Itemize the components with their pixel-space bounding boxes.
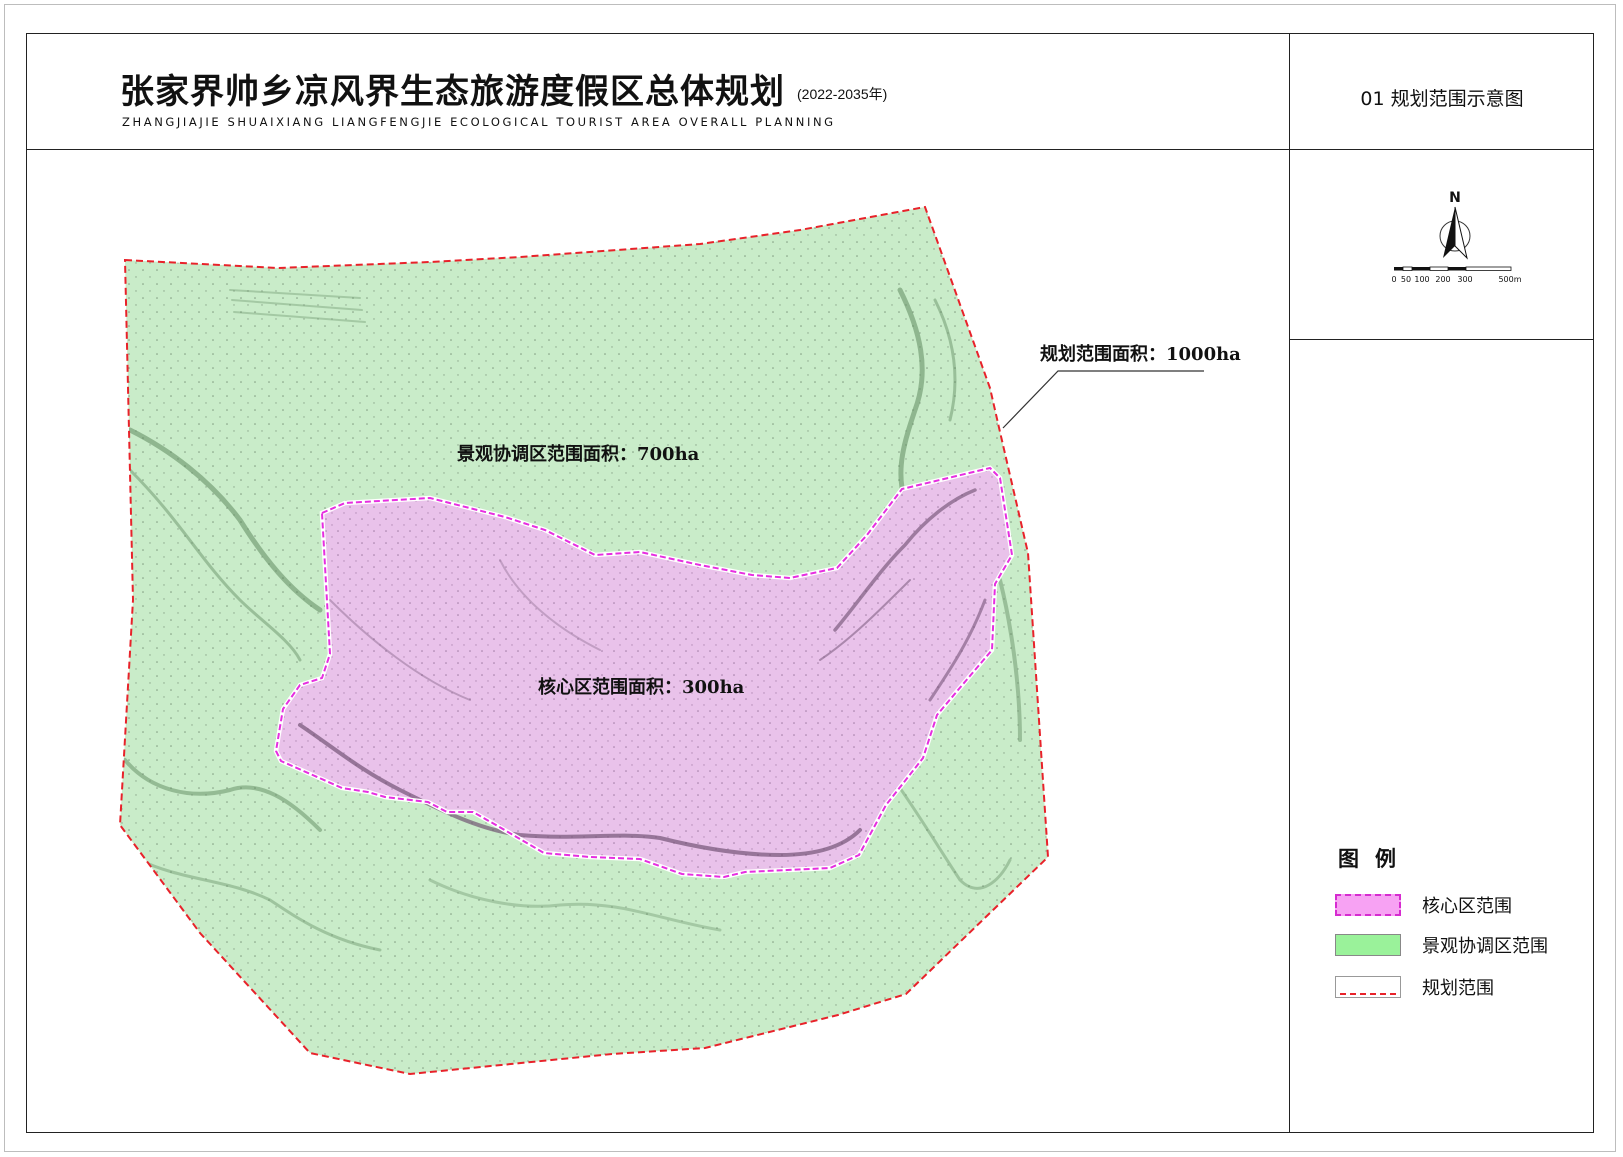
legend-label: 景观协调区范围: [1422, 936, 1548, 957]
planning-boundary-swatch: [1335, 976, 1401, 998]
legend-label: 规划范围: [1422, 978, 1494, 999]
north-arrow: N: [1439, 190, 1471, 260]
legend-label: 核心区范围: [1422, 896, 1512, 917]
planning-area-label: 规划范围面积：1000ha: [1040, 343, 1241, 365]
coordination-zone-swatch: [1335, 934, 1401, 956]
scale-bar: 0 50 100 200 300 500m: [1391, 266, 1522, 284]
scale-tick: 0: [1391, 275, 1396, 284]
north-label: N: [1449, 190, 1461, 206]
scale-tick: 500m: [1498, 275, 1521, 284]
scale-tick: 200: [1435, 275, 1450, 284]
core-zone-swatch: [1335, 894, 1401, 916]
legend-title: 图例: [1338, 846, 1412, 871]
north-arrow-icon: [1443, 207, 1455, 258]
leader-line: [1002, 370, 1204, 429]
core-area-label: 核心区范围面积：300ha: [538, 676, 745, 698]
scale-tick: 50: [1401, 275, 1411, 284]
scale-tick: 100: [1414, 275, 1429, 284]
coordination-area-label: 景观协调区范围面积：700ha: [457, 443, 700, 465]
scale-tick: 300: [1457, 275, 1472, 284]
